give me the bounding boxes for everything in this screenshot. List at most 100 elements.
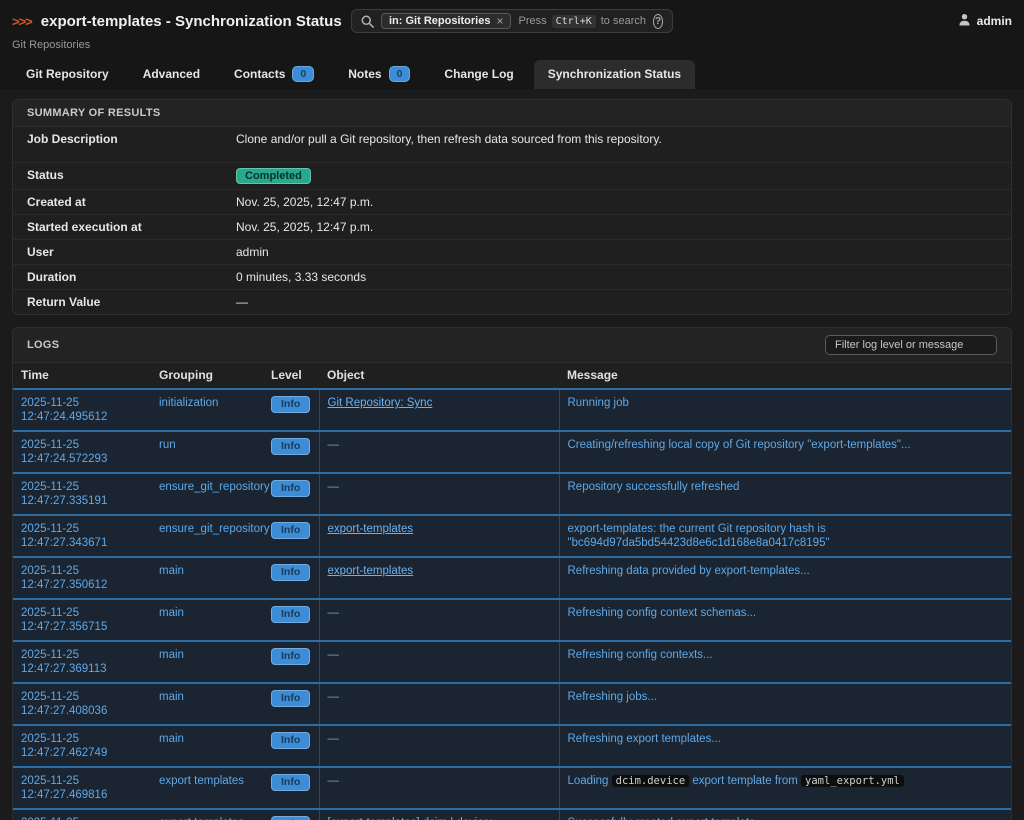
- log-object-cell: —: [319, 767, 559, 809]
- log-time: 12:47:27.356715: [21, 620, 143, 634]
- log-level-badge: Info: [271, 732, 310, 749]
- tab-label: Notes: [348, 67, 381, 81]
- log-time-cell: 2025-11-2512:47:27.335191: [13, 473, 151, 515]
- summary-row-label: Job Description: [13, 132, 236, 146]
- log-row: 2025-11-2512:47:27.469816export template…: [13, 767, 1011, 809]
- log-message-text: Running job: [568, 397, 629, 409]
- summary-row: Return Value—: [13, 289, 1011, 314]
- tab-contacts[interactable]: Contacts0: [220, 60, 328, 89]
- tab-label: Contacts: [234, 67, 285, 81]
- summary-row-label: Status: [13, 168, 236, 182]
- log-object-empty: —: [328, 775, 340, 787]
- logs-table: TimeGroupingLevelObjectMessage 2025-11-2…: [13, 363, 1011, 820]
- log-message-text: Refreshing data provided by export-templ…: [568, 565, 810, 577]
- log-level-cell: Info: [263, 473, 319, 515]
- chip-close-icon[interactable]: ×: [496, 15, 503, 27]
- log-date: 2025-11-25: [21, 396, 143, 410]
- help-icon[interactable]: ?: [653, 14, 663, 29]
- log-time-cell: 2025-11-2512:47:24.495612: [13, 389, 151, 431]
- log-row: 2025-11-2512:47:27.514636export template…: [13, 809, 1011, 820]
- log-object-cell: —: [319, 683, 559, 725]
- log-level-badge: Info: [271, 522, 310, 539]
- tab-synchronization-status[interactable]: Synchronization Status: [534, 60, 695, 89]
- log-row: 2025-11-2512:47:27.462749main Info — Refres…: [13, 725, 1011, 767]
- log-message-code: yaml_export.yml: [801, 775, 904, 787]
- summary-row-value: —: [236, 295, 1011, 309]
- log-grouping-cell: ensure_git_repository: [151, 515, 263, 557]
- log-object-empty: —: [328, 733, 340, 745]
- search-scope-chip[interactable]: in: Git Repositories ×: [381, 13, 511, 29]
- logs-column-header-message: Message: [559, 363, 1011, 389]
- log-date: 2025-11-25: [21, 816, 143, 820]
- log-message-text: Refreshing export templates...: [568, 733, 721, 745]
- logs-table-header-row: TimeGroupingLevelObjectMessage: [13, 363, 1011, 389]
- search-hint-press: Press: [518, 15, 546, 27]
- log-row: 2025-11-2512:47:24.495612initialization I…: [13, 389, 1011, 431]
- log-message-text: Refreshing config context schemas...: [568, 607, 757, 619]
- log-object-empty: —: [328, 607, 340, 619]
- log-message-cell: Creating/refreshing local copy of Git re…: [559, 431, 1011, 473]
- user-menu[interactable]: admin: [958, 13, 1012, 29]
- log-message-cell: Refreshing config contexts...: [559, 641, 1011, 683]
- log-message-text: export template from: [689, 775, 801, 787]
- tab-label: Git Repository: [26, 67, 109, 81]
- log-time-cell: 2025-11-2512:47:27.469816: [13, 767, 151, 809]
- log-time-cell: 2025-11-2512:47:27.408036: [13, 683, 151, 725]
- user-name: admin: [977, 14, 1012, 28]
- log-grouping-cell: run: [151, 431, 263, 473]
- status-badge: Completed: [236, 168, 311, 184]
- summary-row-label: Started execution at: [13, 220, 236, 234]
- log-grouping-cell: ensure_git_repository: [151, 473, 263, 515]
- log-message-text: Refreshing config contexts...: [568, 649, 713, 661]
- search-icon: [361, 15, 374, 28]
- log-row: 2025-11-2512:47:27.408036mainInfo—Refres…: [13, 683, 1011, 725]
- tab-change-log[interactable]: Change Log: [430, 60, 527, 89]
- tab-bar: Git Repository Advanced Contacts0Notes0Cha…: [0, 54, 1024, 89]
- breadcrumb[interactable]: Git Repositories: [12, 39, 90, 51]
- log-grouping-cell: export templates: [151, 767, 263, 809]
- log-object-cell: export-templates: [319, 515, 559, 557]
- log-level-badge: Info: [271, 690, 310, 707]
- tab-label: Advanced: [143, 67, 200, 81]
- log-object-cell: —: [319, 431, 559, 473]
- summary-row-value: Nov. 25, 2025, 12:47 p.m.: [236, 195, 1011, 209]
- summary-row-value: 0 minutes, 3.33 seconds: [236, 270, 1011, 284]
- log-object-link[interactable]: export-templates: [328, 565, 414, 577]
- log-filter-input[interactable]: [825, 335, 997, 355]
- log-level-cell: Info: [263, 809, 319, 820]
- tab-advanced[interactable]: Advanced: [129, 60, 214, 89]
- log-level-badge: Info: [271, 396, 310, 413]
- log-time-cell: 2025-11-2512:47:27.462749: [13, 725, 151, 767]
- log-time-cell: 2025-11-2512:47:24.572293: [13, 431, 151, 473]
- summary-row-label: Return Value: [13, 295, 236, 309]
- global-search-input[interactable]: in: Git Repositories × Press Ctrl+K to s…: [351, 9, 673, 33]
- log-object-link[interactable]: export-templates: [328, 523, 414, 535]
- log-object-empty: —: [328, 481, 340, 493]
- logs-title: LOGS: [27, 339, 59, 351]
- log-level-badge: Info: [271, 648, 310, 665]
- summary-panel-header: SUMMARY OF RESULTS: [13, 100, 1011, 127]
- summary-row-label: User: [13, 245, 236, 259]
- log-grouping-cell: main: [151, 641, 263, 683]
- log-grouping-cell: initialization: [151, 389, 263, 431]
- nautobot-logo-icon[interactable]: >>>: [12, 14, 32, 29]
- log-date: 2025-11-25: [21, 606, 143, 620]
- log-time: 12:47:27.469816: [21, 788, 143, 802]
- page-title: export-templates - Synchronization Statu…: [41, 13, 342, 30]
- summary-row: Duration0 minutes, 3.33 seconds: [13, 264, 1011, 289]
- log-time: 12:47:27.408036: [21, 704, 143, 718]
- summary-rows: Job DescriptionClone and/or pull a Git r…: [13, 127, 1011, 314]
- tab-notes[interactable]: Notes0: [334, 60, 424, 89]
- log-row: 2025-11-2512:47:27.343671ensure_git_repo…: [13, 515, 1011, 557]
- log-object-link[interactable]: Git Repository: Sync: [328, 397, 433, 409]
- summary-row-value: Clone and/or pull a Git repository, then…: [236, 132, 1011, 146]
- log-level-badge: Info: [271, 816, 310, 820]
- log-message-cell: Running job: [559, 389, 1011, 431]
- summary-row-label: Created at: [13, 195, 236, 209]
- summary-panel: SUMMARY OF RESULTS Job DescriptionClone …: [12, 99, 1012, 315]
- log-row: 2025-11-2512:47:24.572293runInfo—Creatin…: [13, 431, 1011, 473]
- log-message-text: Creating/refreshing local copy of Git re…: [568, 439, 911, 451]
- log-grouping-cell: main: [151, 725, 263, 767]
- log-level-cell: Info: [263, 767, 319, 809]
- tab-git-repository[interactable]: Git Repository: [12, 60, 123, 89]
